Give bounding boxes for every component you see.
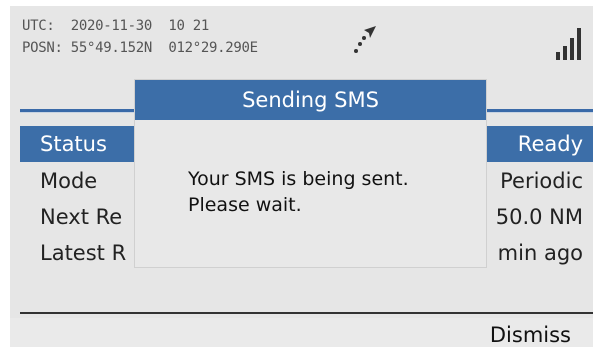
signal-strength-icon xyxy=(556,28,581,60)
dialog-title: Sending SMS xyxy=(135,80,486,120)
dialog-message-line-2: Please wait. xyxy=(188,194,302,216)
softkey-bar: Dismiss xyxy=(10,318,593,347)
device-screen: UTC: 2020-11-30 10 21 POSN: 55°49.152N 0… xyxy=(10,6,593,347)
row-label: Latest R xyxy=(40,241,127,265)
position-readout: POSN: 55°49.152N 012°29.290E xyxy=(22,40,258,56)
row-value: 50.0 NM xyxy=(495,205,583,229)
dialog-message-line-1: Your SMS is being sent. xyxy=(188,168,409,190)
row-label: Status xyxy=(40,132,107,156)
row-value: Ready xyxy=(517,132,583,156)
utc-time-readout: UTC: 2020-11-30 10 21 xyxy=(22,18,209,34)
row-value: Periodic xyxy=(500,169,583,193)
row-value: min ago xyxy=(497,241,583,265)
dialog-message: Your SMS is being sent. Please wait. xyxy=(188,166,409,218)
sending-sms-dialog: Sending SMS Your SMS is being sent. Plea… xyxy=(135,80,486,267)
row-label: Mode xyxy=(40,169,98,193)
softkey-divider xyxy=(20,312,593,314)
compass-heading-icon xyxy=(354,26,376,53)
row-label: Next Re xyxy=(40,205,123,229)
dismiss-button[interactable]: Dismiss xyxy=(490,318,571,347)
